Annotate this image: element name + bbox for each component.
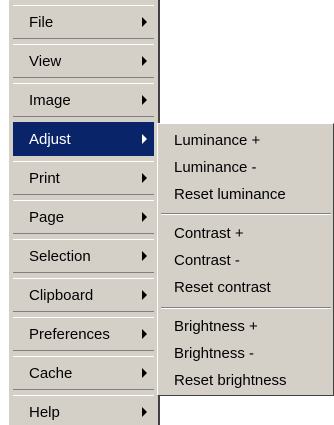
submenu-arrow-icon bbox=[142, 212, 147, 222]
submenu-arrow-icon bbox=[142, 329, 147, 339]
menu-item-help[interactable]: Help bbox=[13, 395, 154, 425]
menu-item-label: Preferences bbox=[29, 325, 110, 343]
menu-item-label: Help bbox=[29, 403, 60, 421]
menu-item-label: Print bbox=[29, 169, 60, 187]
menu-item-file[interactable]: File bbox=[13, 5, 154, 39]
menu-item-print[interactable]: Print bbox=[13, 161, 154, 195]
menu-item-label: Selection bbox=[29, 247, 91, 265]
submenu-arrow-icon bbox=[142, 368, 147, 378]
menu-item-adjust[interactable]: Adjust bbox=[13, 122, 154, 156]
menu-item-page[interactable]: Page bbox=[13, 200, 154, 234]
menu-item-label: Page bbox=[29, 208, 65, 226]
submenu-item-luminance-minus[interactable]: Luminance - bbox=[174, 156, 257, 180]
submenu-arrow-icon bbox=[142, 95, 147, 105]
menu-item-selection[interactable]: Selection bbox=[13, 239, 154, 273]
menu-item-label: Cache bbox=[29, 364, 73, 382]
submenu-item-luminance-plus[interactable]: Luminance + bbox=[174, 129, 260, 153]
submenu-arrow-icon bbox=[142, 251, 147, 261]
menu-item-cache[interactable]: Cache bbox=[13, 356, 154, 390]
menu-item-clipboard[interactable]: Clipboard bbox=[13, 278, 154, 312]
submenu-arrow-icon bbox=[142, 407, 147, 417]
submenu-arrow-icon bbox=[142, 56, 147, 66]
context-menu: File View Image Adjust Print Page Select… bbox=[8, 0, 160, 425]
menu-item-label: Clipboard bbox=[29, 286, 94, 304]
submenu-item-reset-contrast[interactable]: Reset contrast bbox=[174, 276, 271, 300]
screen: File View Image Adjust Print Page Select… bbox=[0, 0, 334, 425]
menu-item-label: File bbox=[29, 13, 54, 31]
submenu-item-contrast-plus[interactable]: Contrast + bbox=[174, 222, 244, 246]
menu-item-label: Adjust bbox=[29, 130, 71, 148]
submenu-arrow-icon bbox=[142, 134, 147, 144]
menu-item-view[interactable]: View bbox=[13, 44, 154, 78]
adjust-submenu: Luminance + Luminance - Reset luminance … bbox=[157, 123, 334, 396]
submenu-arrow-icon bbox=[142, 290, 147, 300]
submenu-separator bbox=[161, 213, 331, 215]
submenu-separator bbox=[161, 307, 331, 309]
submenu-item-reset-brightness[interactable]: Reset brightness bbox=[174, 369, 287, 393]
submenu-item-contrast-minus[interactable]: Contrast - bbox=[174, 249, 240, 273]
menu-item-preferences[interactable]: Preferences bbox=[13, 317, 154, 351]
submenu-arrow-icon bbox=[142, 17, 147, 27]
menu-item-label: Image bbox=[29, 91, 71, 109]
submenu-item-reset-luminance[interactable]: Reset luminance bbox=[174, 183, 286, 207]
menu-item-image[interactable]: Image bbox=[13, 83, 154, 117]
menu-item-label: View bbox=[29, 52, 62, 70]
submenu-item-brightness-plus[interactable]: Brightness + bbox=[174, 315, 258, 339]
submenu-item-brightness-minus[interactable]: Brightness - bbox=[174, 342, 254, 366]
submenu-arrow-icon bbox=[142, 173, 147, 183]
